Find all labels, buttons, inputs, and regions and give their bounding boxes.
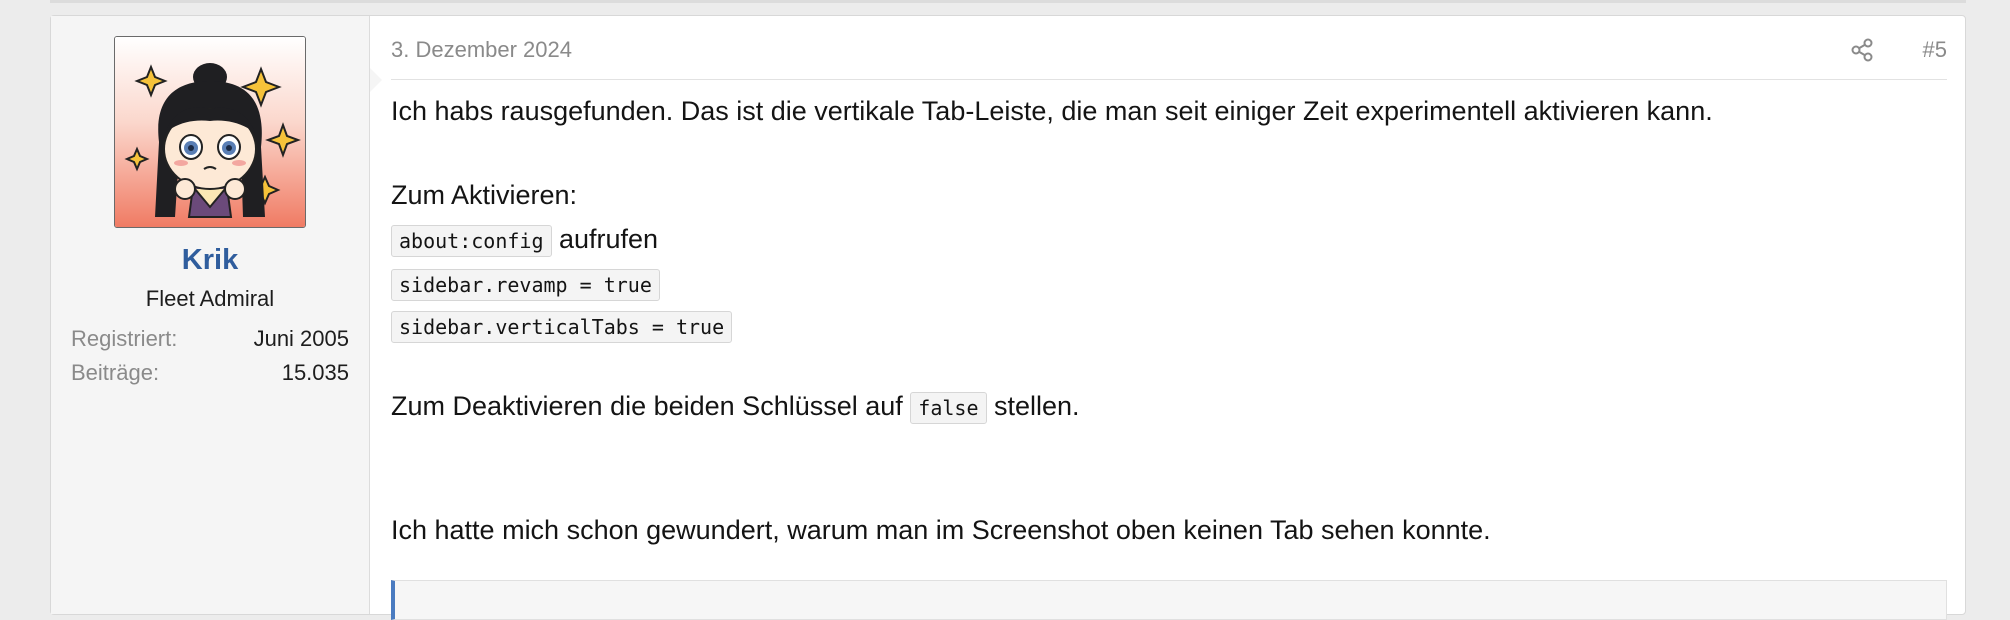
code-suffix-text: aufrufen (551, 224, 659, 254)
code-false: false (910, 391, 987, 424)
share-icon[interactable] (1849, 37, 1875, 63)
deactivate-prefix: Zum Deaktivieren die beiden Schlüssel au… (391, 391, 911, 421)
user-title: Fleet Admiral (145, 286, 275, 311)
code-sidebar-revamp: sidebar.revamp = true (391, 269, 660, 301)
post-content: 3. Dezember 2024 #5 Ich habs rausgefunde… (391, 16, 1947, 620)
post-number[interactable]: #5 (1923, 37, 1947, 63)
deactivate-line: Zum Deaktivieren die beiden Schlüssel au… (391, 391, 1080, 424)
top-band (50, 0, 1966, 3)
stat-value: Juni 2005 (253, 326, 349, 351)
stat-label: Registriert: (71, 326, 178, 351)
post-date[interactable]: 3. Dezember 2024 (391, 37, 572, 63)
forum-post: Krik Fleet Admiral Registriert: Juni 200… (50, 15, 1966, 620)
code-sidebar-vertical-tabs: sidebar.verticalTabs = true (391, 311, 733, 343)
post-text-line: Ich hatte mich schon gewundert, warum ma… (391, 515, 1491, 545)
post-text-line: Ich habs rausgefunden. Das ist die verti… (391, 96, 1713, 126)
stat-label: Beiträge: (71, 360, 160, 385)
avatar[interactable] (114, 36, 306, 228)
username[interactable]: Krik (51, 244, 369, 277)
code-line-vertical-tabs: sidebar.verticalTabs = true (391, 311, 733, 343)
stat-value: 15.035 (281, 360, 349, 385)
code-about-config: about:config (391, 224, 552, 257)
user-column: Krik Fleet Admiral Registriert: Juni 200… (51, 16, 382, 614)
quote-block (391, 580, 1947, 620)
code-line-about-config: about:config aufrufen (391, 224, 658, 257)
post-header: 3. Dezember 2024 #5 (391, 37, 1947, 80)
code-line-revamp: sidebar.revamp = true (391, 269, 660, 301)
activate-heading: Zum Aktivieren: (391, 180, 578, 210)
deactivate-suffix: stellen. (986, 391, 1080, 421)
